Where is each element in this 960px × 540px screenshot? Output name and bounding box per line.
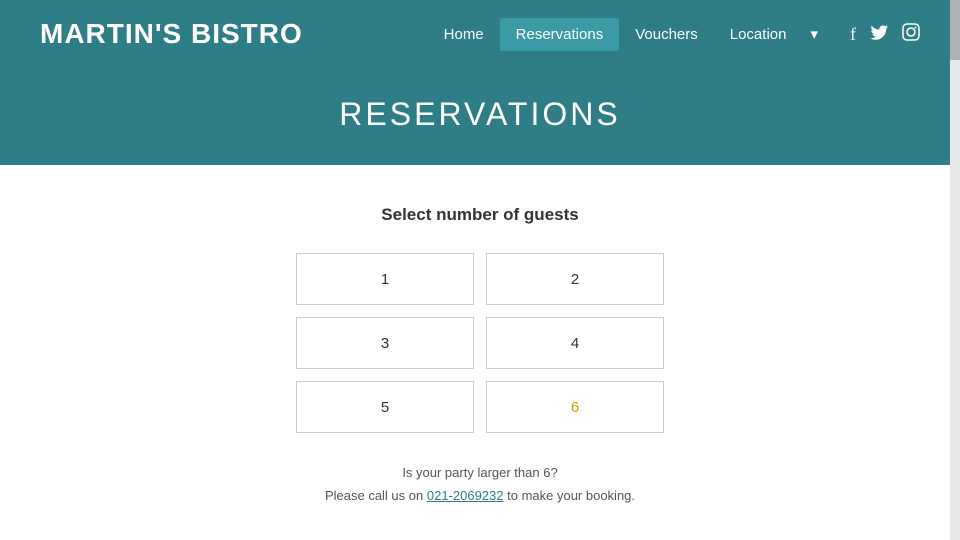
scrollbar-thumb[interactable] [950, 0, 960, 60]
instagram-icon[interactable] [902, 23, 920, 46]
nav-more-dropdown[interactable]: ▾ [802, 17, 826, 51]
guest-btn-3[interactable]: 3 [296, 317, 474, 369]
guest-btn-5[interactable]: 5 [296, 381, 474, 433]
hero-title: RESERVATIONS [0, 96, 960, 133]
nav-reservations[interactable]: Reservations [500, 18, 620, 51]
nav-vouchers[interactable]: Vouchers [619, 18, 714, 51]
main-nav: Home Reservations Vouchers Location ▾ [428, 17, 826, 51]
twitter-icon[interactable] [870, 24, 888, 45]
social-links: f [850, 23, 920, 46]
guest-grid: 1 2 3 4 5 6 [296, 253, 664, 433]
facebook-icon[interactable]: f [850, 24, 856, 45]
section-label: Select number of guests [381, 205, 578, 225]
main-content: Select number of guests 1 2 3 4 5 6 Is y… [0, 165, 960, 538]
header: MARTIN'S BISTRO Home Reservations Vouche… [0, 0, 960, 68]
guest-btn-1[interactable]: 1 [296, 253, 474, 305]
hero-banner: RESERVATIONS [0, 68, 960, 165]
guest-btn-6[interactable]: 6 [486, 381, 664, 433]
footer-prefix: Please call us on [325, 488, 427, 503]
footer-line1: Is your party larger than 6? [325, 461, 635, 484]
nav-home[interactable]: Home [428, 18, 500, 51]
site-title: MARTIN'S BISTRO [40, 18, 303, 50]
footer-suffix: to make your booking. [504, 488, 636, 503]
nav-location[interactable]: Location [714, 18, 803, 51]
footer-text: Is your party larger than 6? Please call… [325, 461, 635, 508]
scrollbar-track [950, 0, 960, 540]
guest-btn-2[interactable]: 2 [486, 253, 664, 305]
guest-btn-4[interactable]: 4 [486, 317, 664, 369]
footer-line2: Please call us on 021-2069232 to make yo… [325, 484, 635, 507]
footer-phone[interactable]: 021-2069232 [427, 488, 504, 503]
